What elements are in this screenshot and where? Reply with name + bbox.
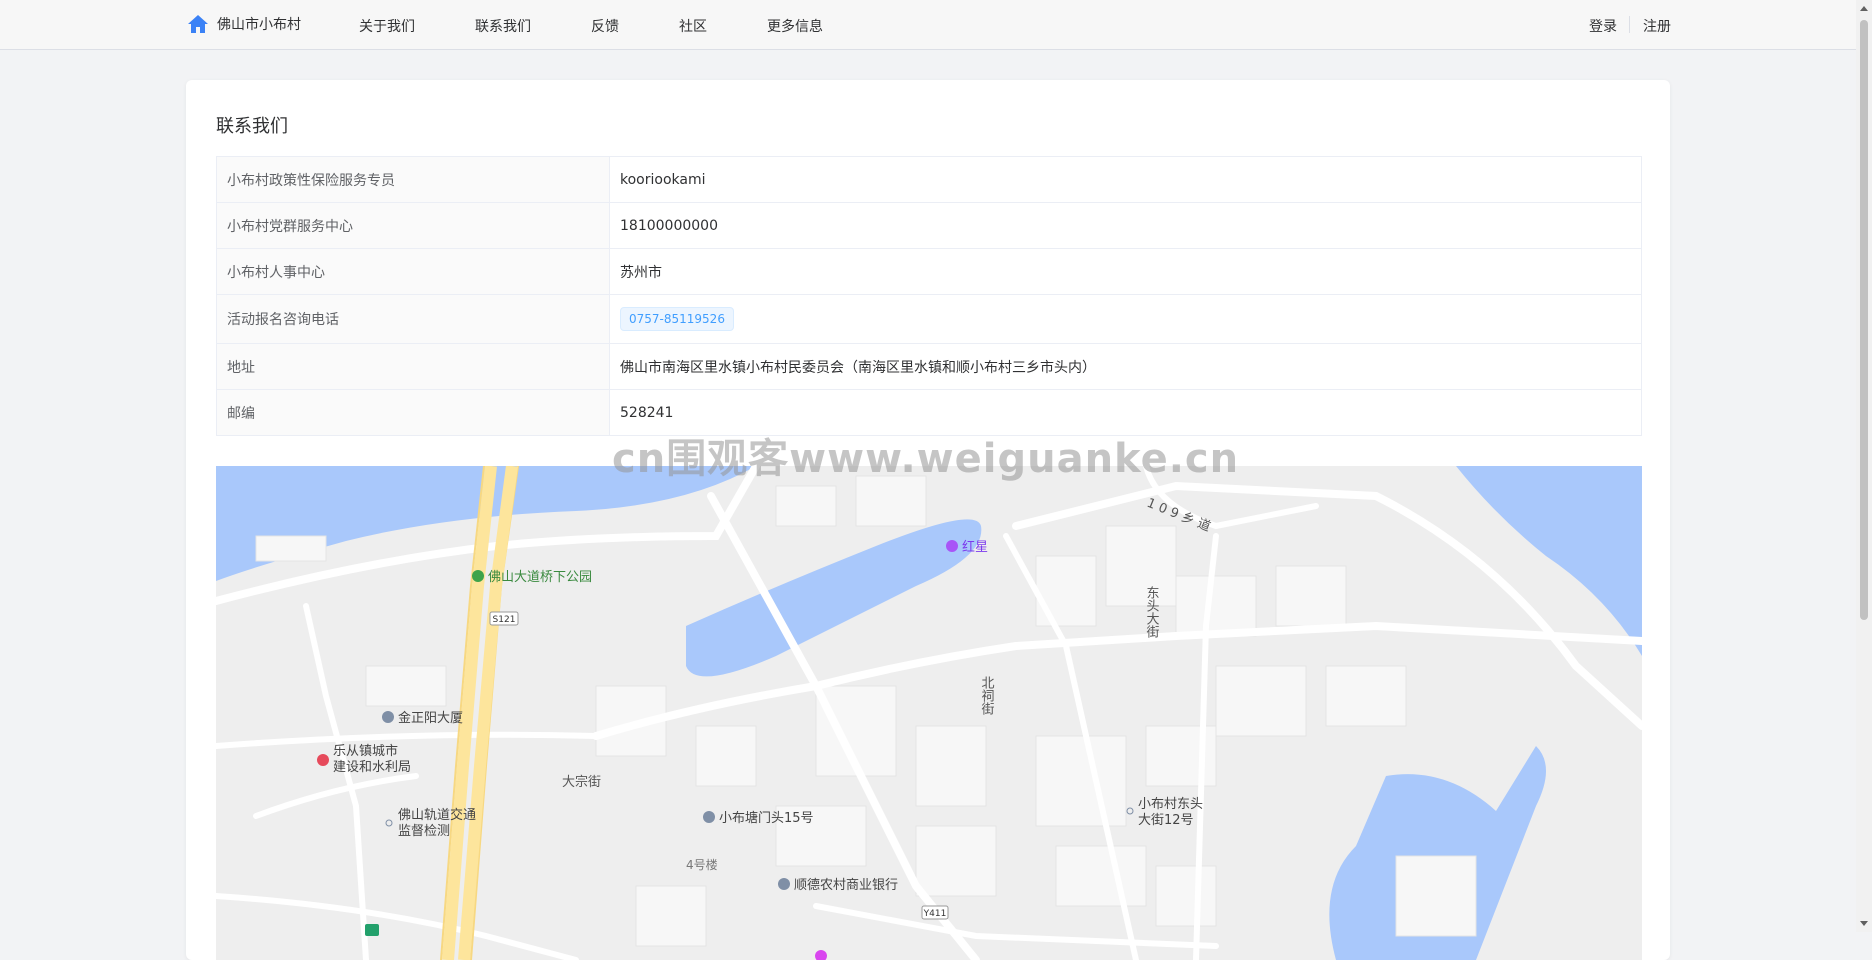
map-label-hongxing: 红星 (962, 539, 988, 555)
map-label-bank: 顺德农村商业银行 (794, 878, 898, 893)
page-title: 联系我们 (216, 116, 288, 137)
table-row: 活动报名咨询电话 0757-85119526 (216, 294, 1642, 344)
map-label-jinzhengyang: 金正阳大厦 (398, 710, 463, 726)
phone-tag: 0757-85119526 (620, 307, 734, 331)
table-row: 小布村党群服务中心 18100000000 (216, 202, 1642, 249)
map-label-building-4: 4号楼 (686, 857, 718, 872)
gov-poi-icon (317, 754, 329, 766)
nav-about[interactable]: 关于我们 (359, 16, 415, 36)
map-label-y411: Y411 (923, 909, 947, 919)
row-label: 活动报名咨询电话 (216, 294, 610, 344)
scroll-up-arrow-icon[interactable] (1860, 6, 1868, 11)
park-poi-icon (472, 570, 484, 582)
map-label-s121: S121 (493, 615, 516, 625)
row-value: 0757-85119526 (609, 294, 1642, 344)
watermark: cn围观客www.weiguanke.cn (612, 436, 1240, 482)
map-label-dazong-street: 大宗街 (562, 774, 601, 790)
row-label: 小布村党群服务中心 (216, 202, 610, 249)
nav-more-info[interactable]: 更多信息 (767, 16, 823, 36)
table-row: 小布村政策性保险服务专员 kooriookami (216, 156, 1642, 203)
table-row: 小布村人事中心 苏州市 (216, 248, 1642, 295)
table-row: 地址 佛山市南海区里水镇小布村民委员会（南海区里水镇和顺小布村三乡市头内） (216, 343, 1642, 390)
map-label-metro-1: 佛山轨道交通 (398, 807, 476, 823)
shop-poi-icon (946, 540, 958, 552)
map-label-metro-2: 监督检测 (398, 824, 450, 839)
register-link[interactable]: 注册 (1643, 16, 1671, 36)
brand-title: 佛山市小布村 (217, 17, 301, 33)
contact-card: 联系我们 小布村政策性保险服务专员 kooriookami 小布村党群服务中心 … (186, 80, 1670, 960)
location-map[interactable]: 佛山大道桥下公园 S121 红星 1 0 9 乡 道 东头大街 北祠街 金正阳大… (216, 466, 1642, 960)
scroll-thumb[interactable] (1860, 20, 1868, 620)
scroll-down-arrow-icon[interactable] (1860, 921, 1868, 926)
row-value: 佛山市南海区里水镇小布村民委员会（南海区里水镇和顺小布村三乡市头内） (609, 343, 1642, 390)
home-icon (188, 15, 208, 33)
row-value: kooriookami (609, 156, 1642, 203)
brand-link[interactable]: 佛山市小布村 (187, 14, 301, 34)
contact-info-table: 小布村政策性保险服务专员 kooriookami 小布村党群服务中心 18100… (216, 156, 1642, 436)
nav-contact[interactable]: 联系我们 (475, 16, 531, 36)
map-label-dongtou-street: 东头大街 (1144, 586, 1160, 638)
row-label: 地址 (216, 343, 610, 390)
nav-feedback[interactable]: 反馈 (591, 16, 619, 36)
address-poi-icon (703, 811, 715, 823)
row-label: 小布村政策性保险服务专员 (216, 156, 610, 203)
row-label: 小布村人事中心 (216, 248, 610, 295)
top-navbar: 佛山市小布村 关于我们 联系我们 反馈 社区 更多信息 登录 注册 (0, 0, 1856, 50)
login-link[interactable]: 登录 (1589, 16, 1617, 36)
row-label: 邮编 (216, 389, 610, 436)
bus-stop-icon (365, 924, 379, 936)
map-label-xiaobu-1: 小布村东头 (1138, 797, 1203, 812)
map-label-menlou: 小布塘门头15号 (719, 810, 814, 826)
nav-community[interactable]: 社区 (679, 16, 707, 36)
map-label-lecong-1: 乐从镇城市 (333, 743, 398, 759)
bank-poi-icon (778, 878, 790, 890)
map-label-park: 佛山大道桥下公园 (488, 570, 592, 585)
map-label-lecong-2: 建设和水利局 (333, 760, 411, 775)
page-scrollbar[interactable] (1856, 0, 1872, 932)
map-label-beici-street: 北祠街 (979, 676, 995, 715)
map-label-xiaobu-2: 大街12号 (1138, 813, 1194, 828)
row-value: 18100000000 (609, 202, 1642, 249)
row-value: 苏州市 (609, 248, 1642, 295)
building-poi-icon (382, 711, 394, 723)
auth-divider (1629, 16, 1630, 33)
